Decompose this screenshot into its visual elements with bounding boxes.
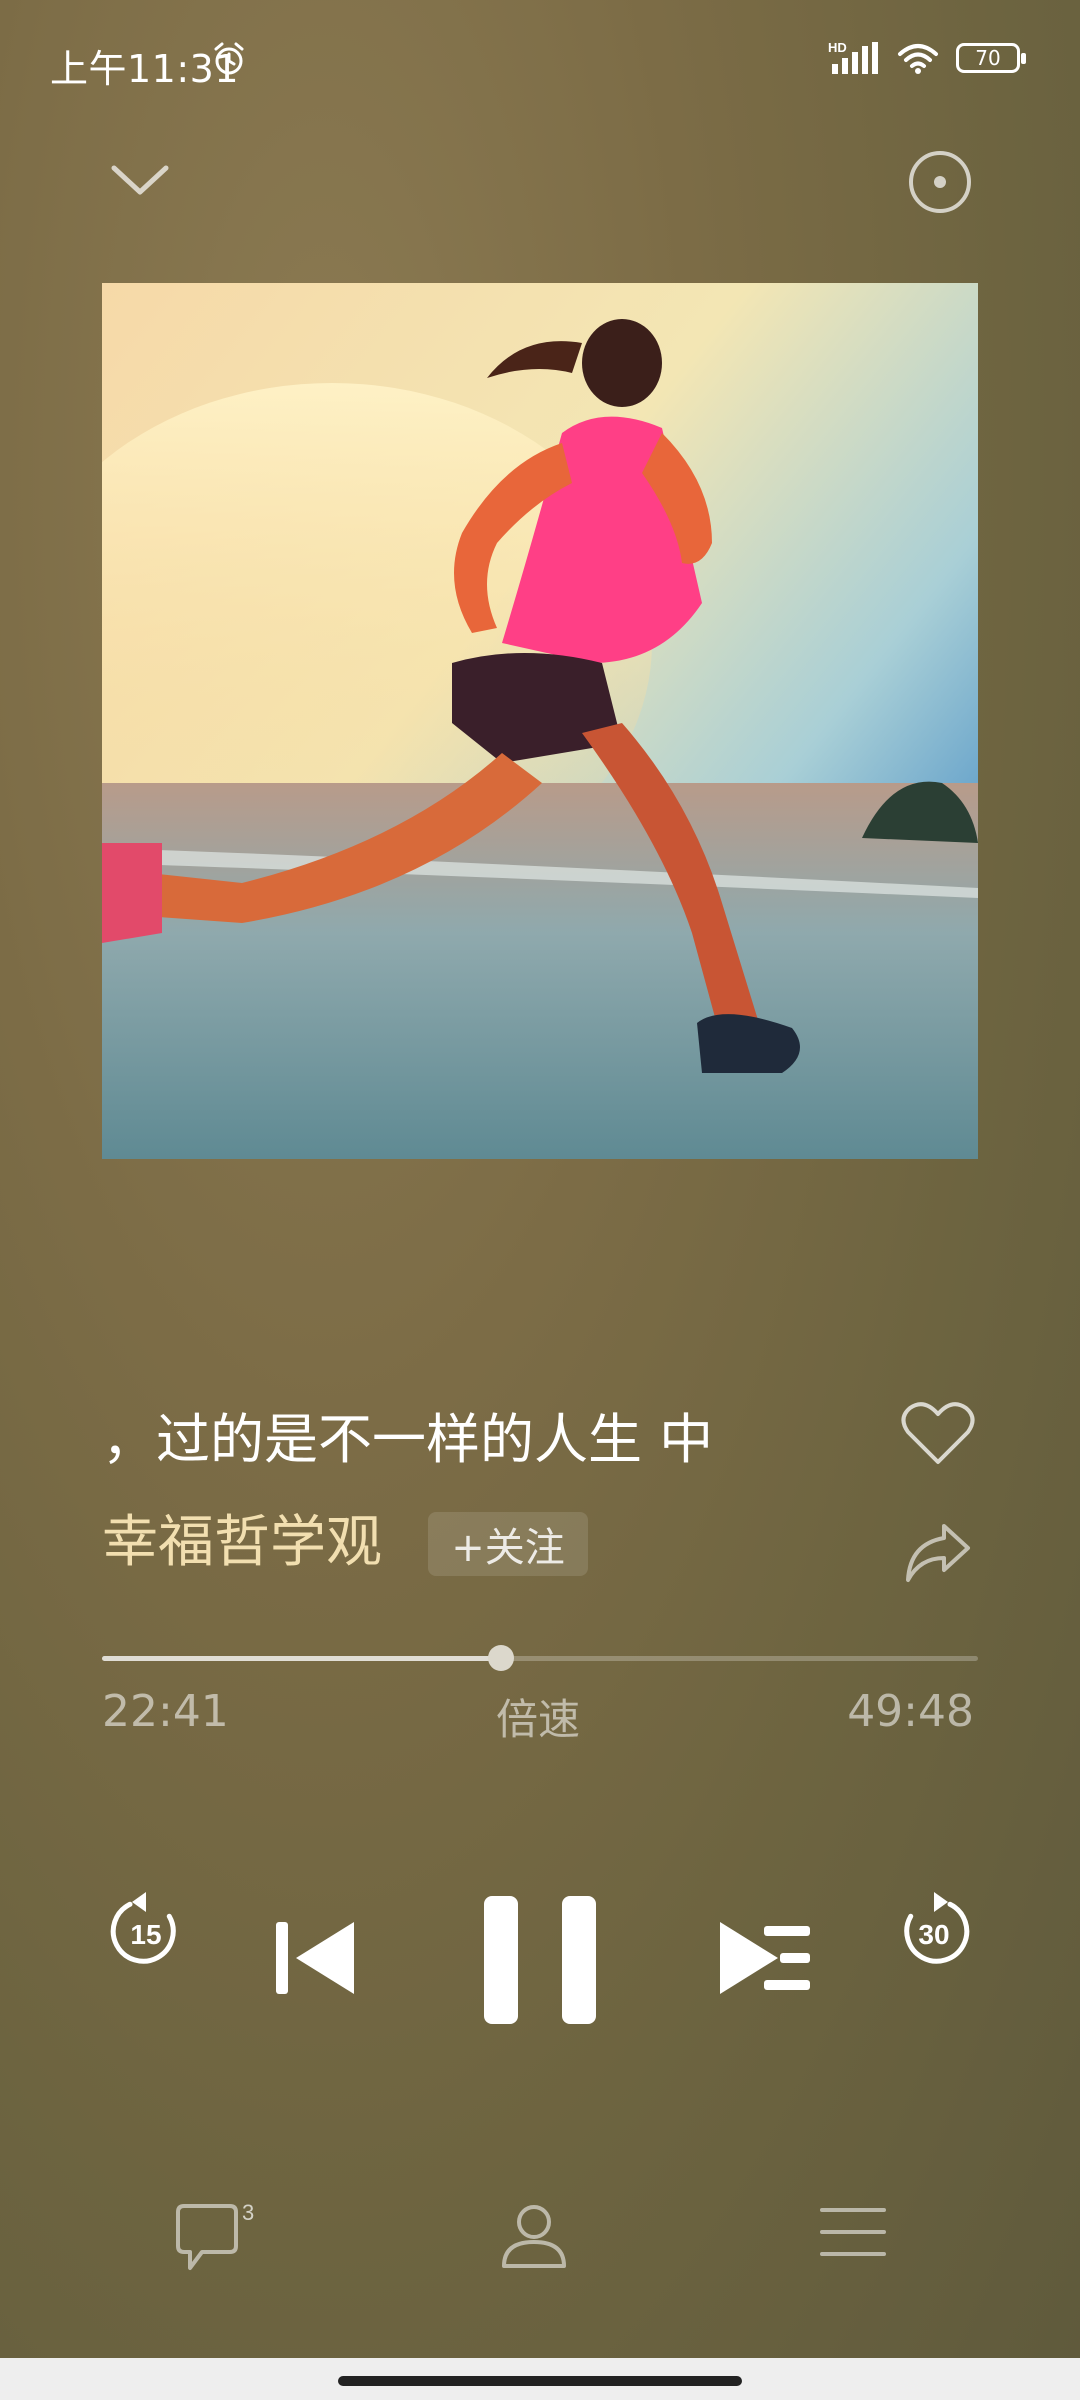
alarm-icon bbox=[214, 42, 244, 75]
status-time: 上午11:31 bbox=[50, 47, 240, 91]
signal-icon: HD bbox=[828, 40, 878, 74]
previous-icon[interactable] bbox=[274, 1920, 356, 1996]
pause-icon[interactable] bbox=[484, 1896, 596, 2024]
comments-count: 3 bbox=[242, 2200, 254, 2225]
forward-30-icon[interactable]: 30 bbox=[898, 1890, 970, 1966]
home-indicator[interactable] bbox=[338, 2376, 742, 2386]
forward-seconds: 30 bbox=[918, 1919, 949, 1950]
profile-icon[interactable] bbox=[498, 2200, 570, 2272]
menu-icon[interactable] bbox=[818, 2200, 888, 2264]
speed-button[interactable]: 倍速 bbox=[496, 1686, 580, 1747]
rewind-15-icon[interactable]: 15 bbox=[110, 1890, 182, 1966]
battery-icon: 70 bbox=[956, 43, 1026, 73]
rewind-seconds: 15 bbox=[130, 1919, 161, 1950]
disc-icon[interactable] bbox=[906, 148, 974, 216]
total-time: 49:48 bbox=[847, 1686, 974, 1737]
chevron-down-icon[interactable] bbox=[108, 160, 172, 200]
wifi-icon bbox=[898, 44, 938, 74]
current-time: 22:41 bbox=[102, 1686, 229, 1737]
comments-icon[interactable]: 3 bbox=[172, 2200, 260, 2276]
hd-label: HD bbox=[828, 40, 847, 55]
track-title: ，过的是不一样的人生 中 bbox=[102, 1408, 714, 1471]
author-name[interactable]: 幸福哲学观 bbox=[102, 1508, 382, 1578]
progress-fill bbox=[102, 1656, 501, 1661]
next-playlist-icon[interactable] bbox=[718, 1920, 812, 1996]
progress-thumb[interactable] bbox=[487, 1645, 514, 1671]
album-art bbox=[102, 283, 978, 1159]
follow-button[interactable]: +关注 bbox=[428, 1512, 588, 1576]
status-icons: HD 70 bbox=[828, 40, 1026, 76]
share-icon[interactable] bbox=[904, 1522, 972, 1584]
heart-icon[interactable] bbox=[900, 1400, 976, 1466]
